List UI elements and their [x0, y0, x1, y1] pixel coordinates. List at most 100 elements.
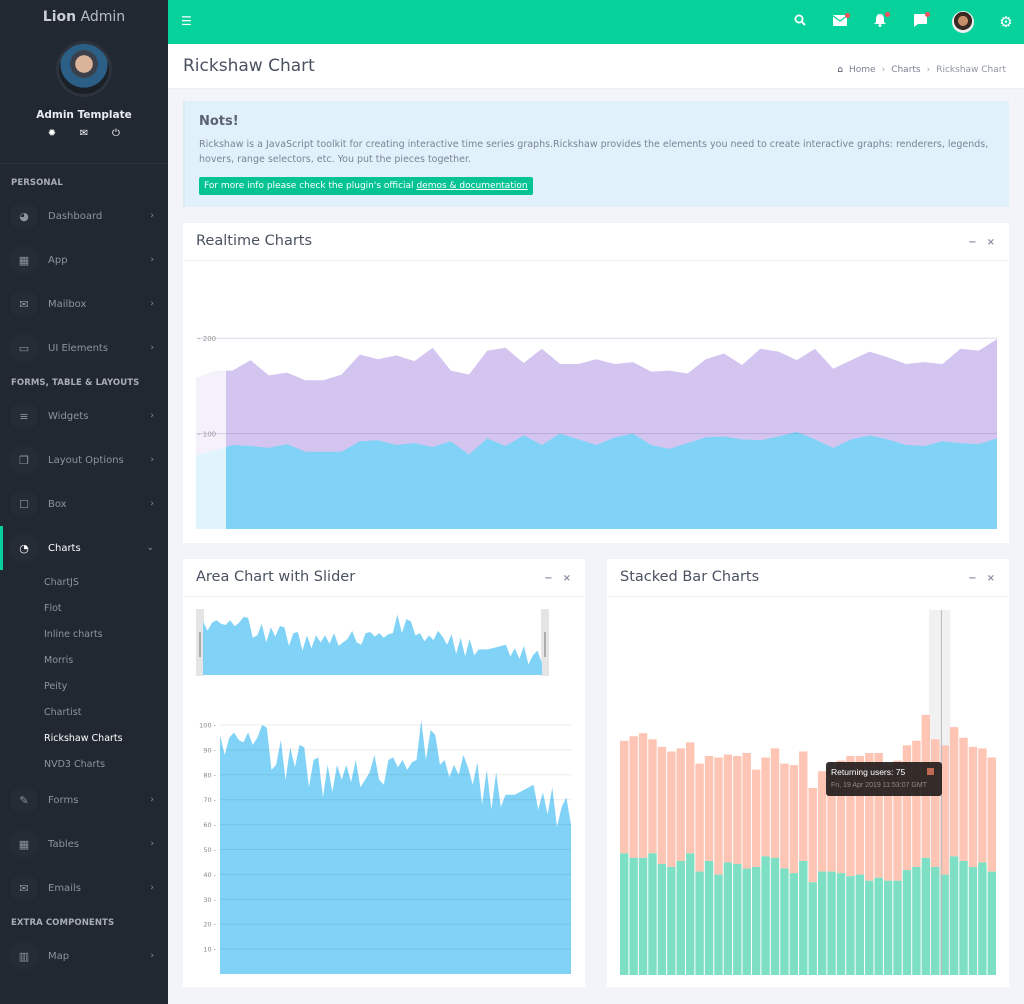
minimize-button[interactable]: − — [544, 573, 552, 584]
sidebar-subitem-rickshaw-charts[interactable]: Rickshaw Charts — [0, 726, 168, 752]
y-tick-label: 20 - — [203, 921, 216, 929]
card-title: Realtime Charts — [196, 233, 313, 249]
bar-new-users — [667, 867, 676, 975]
bar-returning-users — [959, 737, 968, 861]
close-button[interactable]: × — [563, 573, 571, 584]
bar-returning-users — [949, 727, 959, 857]
sidebar-item-widgets[interactable]: ≡ Widgets › — [0, 394, 168, 438]
dashboard-icon: ◕ — [10, 202, 38, 230]
breadcrumb-separator: › — [881, 65, 886, 75]
card-header: Realtime Charts − × — [183, 223, 1009, 261]
card-controls: − × — [968, 237, 995, 248]
sidebar-item-layout-options[interactable]: ❐ Layout Options › — [0, 438, 168, 482]
card-controls: − × — [968, 573, 995, 584]
notification-dot — [885, 11, 890, 17]
hamburger-icon[interactable]: ☰ — [181, 14, 192, 28]
user-avatar[interactable] — [952, 11, 974, 33]
y-tick-label: 40 - — [203, 871, 216, 879]
bar-returning-users — [685, 742, 695, 854]
sidebar-item-label: Box — [48, 498, 67, 510]
tooltip-swatch — [927, 768, 934, 775]
breadcrumb-charts[interactable]: Charts — [891, 65, 920, 75]
card-header: Area Chart with Slider − × — [183, 559, 585, 597]
bell-icon[interactable] — [872, 11, 890, 31]
bar-new-users — [865, 880, 874, 975]
notification-dot — [845, 12, 850, 18]
bar-new-users — [714, 874, 723, 975]
sidebar-subitem-flot[interactable]: Flot — [0, 596, 168, 622]
notification-dot — [925, 11, 930, 17]
sidebar-item-ui-elements[interactable]: ▭ UI Elements › — [0, 326, 168, 370]
sidebar-subitem-chartist[interactable]: Chartist — [0, 700, 168, 726]
sidebar-item-label: Layout Options — [48, 454, 124, 466]
sidebar-item-map[interactable]: ▥ Map › — [0, 934, 168, 978]
bar-new-users — [808, 882, 817, 975]
page-header: Rickshaw Chart ⌂ Home › Charts › Ricksha… — [168, 44, 1024, 89]
chevron-right-icon: › — [150, 211, 154, 221]
sidebar-item-label: Emails — [48, 882, 81, 894]
power-icon[interactable]: ⏻ — [110, 128, 122, 139]
y-tick-label: 10 - — [203, 946, 216, 954]
sidebar-subitem-chartjs[interactable]: ChartJS — [0, 570, 168, 596]
close-button[interactable]: × — [987, 237, 995, 248]
brand-logo[interactable]: Lion Admin — [0, 0, 168, 34]
bar-returning-users — [695, 763, 704, 872]
sidebar-item-tables[interactable]: ▦ Tables › — [0, 822, 168, 866]
close-button[interactable]: × — [987, 573, 995, 584]
tooltip-date: Fri, 19 Apr 2019 11:53:07 GMT — [831, 782, 927, 789]
minimize-button[interactable]: − — [968, 573, 976, 584]
gear-icon[interactable]: ✹ — [46, 128, 58, 139]
sidebar-subitem-peity[interactable]: Peity — [0, 674, 168, 700]
sidebar-item-charts[interactable]: ◔ Charts ⌄ — [0, 526, 168, 570]
bar-new-users — [883, 880, 893, 975]
sidebar-item-forms[interactable]: ✎ Forms › — [0, 778, 168, 822]
bar-new-users — [704, 860, 714, 975]
callout-text: Rickshaw is a JavaScript toolkit for cre… — [199, 139, 989, 165]
brand-light: Admin — [80, 9, 126, 25]
card-title: Stacked Bar Charts — [620, 569, 760, 585]
docs-link[interactable]: demos & documentation — [416, 181, 527, 191]
sidebar-subitem-inline-charts[interactable]: Inline charts — [0, 622, 168, 648]
y-tick-label: - 100 — [198, 431, 216, 439]
search-icon[interactable] — [792, 14, 808, 30]
bar-new-users — [770, 857, 780, 975]
sidebar-item-label: Widgets — [48, 410, 89, 422]
bar-new-users — [931, 867, 940, 975]
gear-icon[interactable]: ⚙ — [998, 13, 1014, 31]
bar-returning-users — [978, 748, 987, 863]
chat-icon[interactable] — [912, 11, 930, 31]
card-title: Area Chart with Slider — [196, 569, 356, 585]
bar-returning-users — [808, 787, 817, 883]
user-actions: ✹ ✉ ⏻ — [0, 128, 168, 139]
sidebar-item-emails[interactable]: ✉ Emails › — [0, 866, 168, 910]
sidebar: Lion Admin Admin Template ✹ ✉ ⏻ PERSONAL… — [0, 0, 168, 1004]
sidebar-item-box[interactable]: ☐ Box › — [0, 482, 168, 526]
bar-new-users — [629, 857, 638, 975]
sidebar-item-dashboard[interactable]: ◕ Dashboard › — [0, 194, 168, 238]
chart-tooltip: Returning users: 75 Fri, 19 Apr 2019 11:… — [826, 762, 942, 796]
breadcrumb-home[interactable]: Home — [849, 65, 876, 75]
y-tick-label: 100 - — [199, 722, 216, 730]
sidebar-subitem-morris[interactable]: Morris — [0, 648, 168, 674]
chevron-right-icon: › — [150, 499, 154, 509]
sidebar-item-app[interactable]: ▦ App › — [0, 238, 168, 282]
mail-icon[interactable]: ✉ — [78, 128, 90, 139]
pie-chart-icon: ◔ — [10, 534, 38, 562]
sidebar-nav: PERSONAL ◕ Dashboard › ▦ App › ✉ Mailbox › ▭ UI Ele… — [0, 178, 168, 978]
bar-returning-users — [657, 746, 667, 864]
bar-returning-users — [987, 757, 996, 872]
sidebar-item-mailbox[interactable]: ✉ Mailbox › — [0, 282, 168, 326]
bar-new-users — [827, 871, 836, 975]
area-chart: 10 - 20 - 30 - 40 - 50 - 60 - 70 - 80 - 90 - 100 … — [196, 609, 571, 974]
bar-new-users — [949, 856, 959, 975]
mail-icon[interactable] — [832, 12, 850, 30]
chevron-right-icon: › — [150, 883, 154, 893]
docs-link-button[interactable]: For more info please check the plugin's … — [199, 177, 533, 195]
sidebar-item-label: Forms — [48, 794, 79, 806]
minimize-button[interactable]: − — [968, 237, 976, 248]
user-avatar[interactable] — [56, 41, 112, 97]
bar-new-users — [761, 856, 770, 975]
sidebar-subitem-nvd3-charts[interactable]: NVD3 Charts — [0, 752, 168, 778]
bar-new-users — [751, 867, 761, 975]
bar-returning-users — [931, 739, 940, 868]
